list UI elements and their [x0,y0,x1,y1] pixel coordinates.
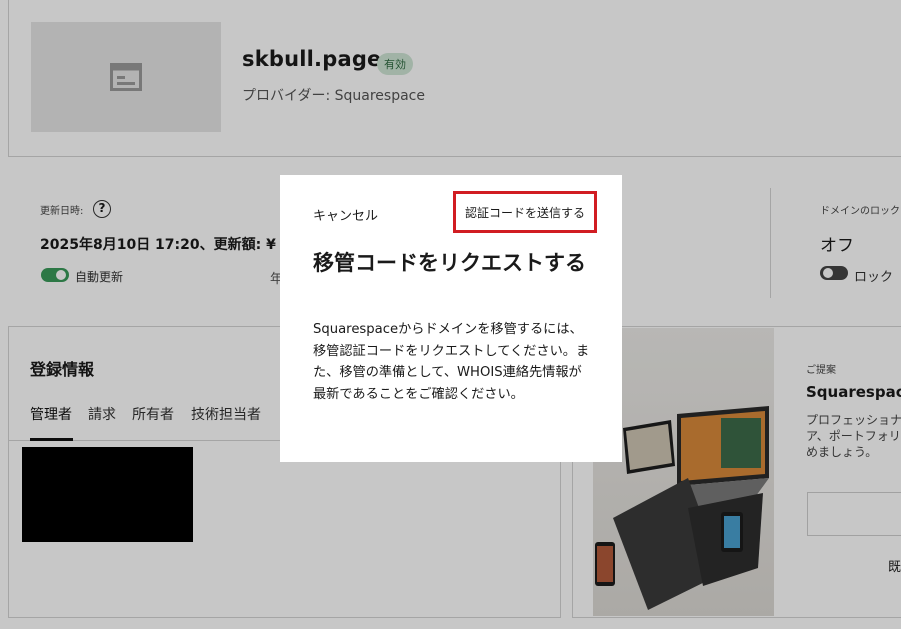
send-auth-code-label: 認証コードを送信する [464,205,585,220]
transfer-code-dialog: キャンセル 認証コードを送信する 移管コードをリクエストする Squarespa… [280,175,622,462]
dialog-title: 移管コードをリクエストする [313,251,586,275]
dialog-body: Squarespaceからドメインを移管するには、移管認証コードをリクエストして… [313,322,590,403]
send-auth-code-button[interactable]: 認証コードを送信する [453,191,597,233]
cancel-button[interactable]: キャンセル [313,205,378,224]
